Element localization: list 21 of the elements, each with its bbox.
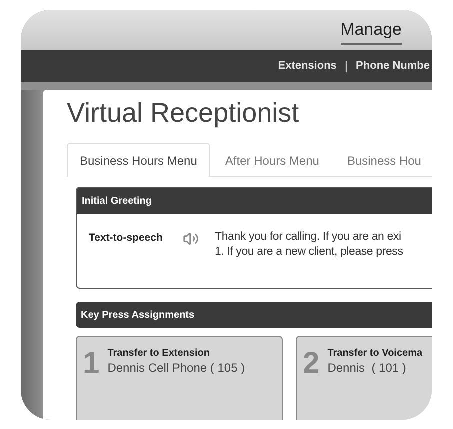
greeting-text: 1. If you are a new client, please press [215, 245, 404, 260]
key-card[interactable]: 1 Transfer to Extension Dennis Cell Phone ( 105 ) [76, 336, 283, 420]
tab[interactable]: After Hours Menu [212, 143, 332, 177]
target-text: Dennis ( 101 ) [328, 361, 408, 375]
key-number: 2 [303, 349, 320, 382]
page-title: Virtual Receptionist [67, 98, 300, 129]
greeting-text: Thank you for calling. If you are an exi [215, 230, 402, 245]
sub-nav-link[interactable]: Phone Numbe [356, 60, 430, 72]
separator: | [344, 59, 348, 73]
key-number: 1 [83, 349, 100, 382]
tab[interactable]: Business Hou [334, 143, 432, 177]
manage-tab[interactable]: Manage [340, 20, 402, 45]
speaker-icon[interactable] [183, 231, 199, 247]
field-label: Text-to-speech [89, 232, 164, 244]
target-text: Dennis Cell Phone ( 105 ) [108, 361, 246, 375]
sub-nav-link[interactable]: Extensions [278, 60, 337, 72]
action-label: Transfer to Extension [108, 348, 211, 359]
section-header: Initial Greeting [77, 188, 432, 214]
tab[interactable]: Business Hours Menu [67, 143, 210, 177]
action-label: Transfer to Voicema [328, 348, 423, 359]
section-header: Key Press Assignments [76, 302, 432, 328]
